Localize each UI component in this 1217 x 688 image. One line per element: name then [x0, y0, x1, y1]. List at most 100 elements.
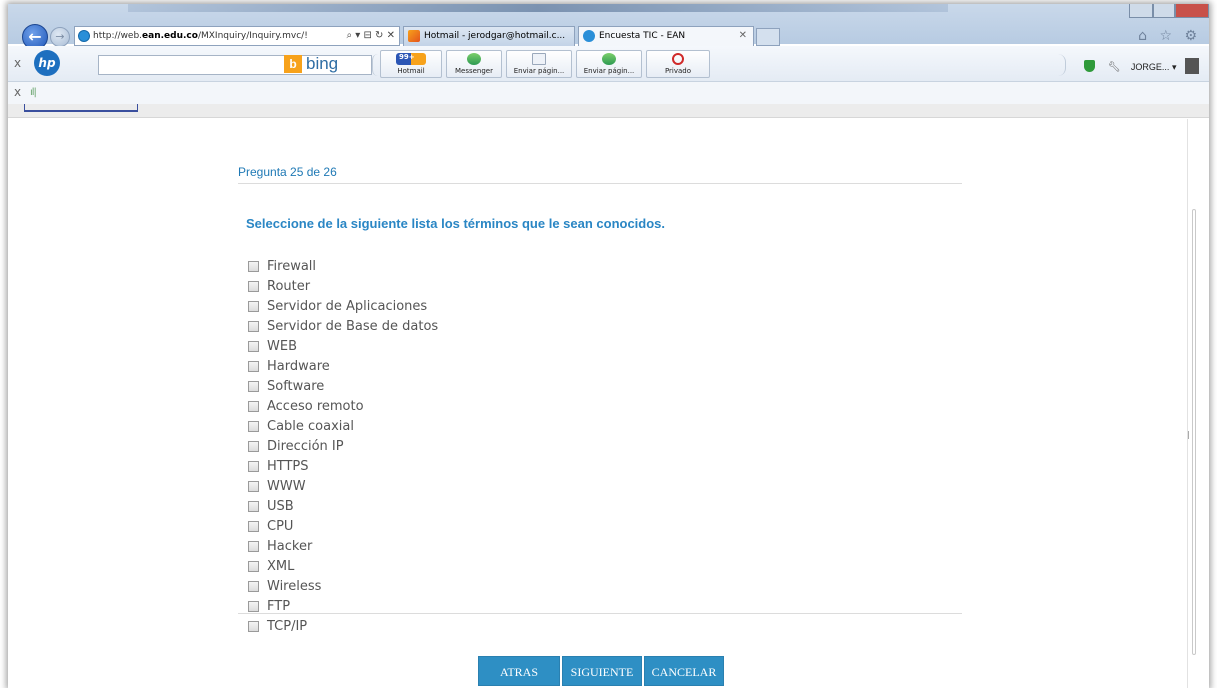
messenger-button[interactable]: Messenger [446, 50, 502, 78]
send-page-button[interactable]: Enviar págin... [506, 50, 572, 78]
secondary-toolbar: x ıl| [8, 82, 1209, 104]
option-checkbox[interactable] [248, 300, 259, 312]
chevron-down-icon[interactable]: ▾ [1172, 62, 1177, 72]
tab-label: Hotmail - jerodgar@hotmail.c... [424, 31, 566, 41]
option-checkbox[interactable] [248, 420, 259, 432]
question-progress: Pregunta 25 de 26 [238, 165, 337, 179]
shield-icon[interactable] [1084, 60, 1096, 72]
ie-page-icon [78, 30, 90, 42]
option-checkbox[interactable] [248, 460, 259, 472]
survey-page: Pregunta 25 de 26 Seleccione de la sigui… [8, 119, 1186, 688]
option-label: USB [267, 498, 294, 514]
option-item[interactable]: TCP/IP [248, 616, 438, 636]
button-label: Hotmail [397, 67, 425, 75]
option-item[interactable]: Acceso remoto [248, 396, 438, 416]
option-label: Servidor de Aplicaciones [267, 298, 428, 314]
bing-search-button[interactable]: b bing [284, 54, 338, 74]
close-window-button[interactable] [1175, 4, 1209, 18]
option-checkbox[interactable] [248, 540, 259, 552]
option-label: Wireless [267, 578, 322, 594]
toolbar-divider [1058, 54, 1066, 76]
option-item[interactable]: Servidor de Base de datos [248, 316, 438, 336]
user-avatar[interactable] [1185, 58, 1199, 74]
hp-logo: hp [34, 50, 60, 76]
option-label: WWW [267, 478, 306, 494]
user-menu[interactable]: JORGE... [1131, 62, 1170, 72]
option-item[interactable]: Hacker [248, 536, 438, 556]
option-item[interactable]: Hardware [248, 356, 438, 376]
next-button[interactable]: SIGUIENTE [562, 656, 642, 686]
hotmail-badge: 99+ [399, 53, 415, 61]
close-toolbar-icon[interactable]: x [14, 85, 21, 99]
option-item[interactable]: Software [248, 376, 438, 396]
option-checkbox[interactable] [248, 360, 259, 372]
option-label: CPU [267, 518, 294, 534]
option-checkbox[interactable] [248, 580, 259, 592]
option-checkbox[interactable] [248, 500, 259, 512]
forward-arrow-icon[interactable]: → [50, 27, 70, 47]
option-item[interactable]: Firewall [248, 256, 438, 276]
button-label: Enviar págin... [513, 67, 565, 75]
option-checkbox[interactable] [248, 440, 259, 452]
option-checkbox[interactable] [248, 320, 259, 332]
home-favorites-tools-icons[interactable]: ⌂ ☆ ⚙ [1138, 28, 1201, 44]
send-page-messenger-button[interactable]: Enviar págin... [576, 50, 642, 78]
private-button[interactable]: Privado [646, 50, 710, 78]
option-checkbox[interactable] [248, 400, 259, 412]
option-label: Acceso remoto [267, 398, 364, 414]
option-item[interactable]: Servidor de Aplicaciones [248, 296, 438, 316]
tab-encuesta[interactable]: Encuesta TIC - EAN ✕ [578, 26, 754, 46]
option-item[interactable]: Dirección IP [248, 436, 438, 456]
divider [238, 183, 962, 184]
toolbar-user-area: 🔧︎ JORGE... ▾ [1084, 58, 1199, 74]
cancel-button[interactable]: CANCELAR [644, 656, 724, 686]
option-checkbox[interactable] [248, 600, 259, 612]
option-item[interactable]: XML [248, 556, 438, 576]
option-item[interactable]: HTTPS [248, 456, 438, 476]
option-item[interactable]: WEB [248, 336, 438, 356]
button-label: Messenger [454, 67, 493, 75]
hotmail-button[interactable]: 99+ Hotmail [380, 50, 442, 78]
option-item[interactable]: Cable coaxial [248, 416, 438, 436]
button-label: Enviar págin... [583, 67, 635, 75]
option-label: Hardware [267, 358, 330, 374]
option-checkbox[interactable] [248, 620, 259, 632]
minimize-button[interactable] [1129, 4, 1153, 18]
option-label: TCP/IP [267, 618, 308, 634]
option-item[interactable]: Router [248, 276, 438, 296]
option-item[interactable]: Wireless [248, 576, 438, 596]
option-label: Hacker [267, 538, 313, 554]
option-checkbox[interactable] [248, 380, 259, 392]
bing-icon: b [284, 55, 302, 73]
toolbar-divider [372, 54, 378, 76]
option-item[interactable]: USB [248, 496, 438, 516]
option-label: Router [267, 278, 311, 294]
option-label: FTP [267, 598, 291, 614]
title-bar-blur [128, 4, 948, 12]
close-toolbar-icon[interactable]: x [14, 56, 21, 70]
option-checkbox[interactable] [248, 520, 259, 532]
address-tools-icons[interactable]: ⌕ ▾ ⊟ ↻ ✕ [347, 27, 395, 45]
address-bar[interactable]: http://web.ean.edu.co/MXInquiry/Inquiry.… [74, 26, 400, 46]
option-label: WEB [267, 338, 297, 354]
option-checkbox[interactable] [248, 280, 259, 292]
option-checkbox[interactable] [248, 560, 259, 572]
no-entry-icon [672, 53, 684, 65]
screenshot-frame: ← → http://web.ean.edu.co/MXInquiry/Inqu… [8, 4, 1209, 688]
window-controls [1129, 4, 1209, 20]
option-item[interactable]: CPU [248, 516, 438, 536]
option-checkbox[interactable] [248, 340, 259, 352]
option-checkbox[interactable] [248, 260, 259, 272]
new-tab-button[interactable] [756, 28, 780, 46]
divider [238, 613, 962, 614]
option-checkbox[interactable] [248, 480, 259, 492]
messenger-icon [602, 53, 616, 65]
back-button[interactable]: ATRAS [478, 656, 560, 686]
maximize-button[interactable] [1153, 4, 1175, 18]
scrollbar-thumb[interactable] [1192, 209, 1196, 655]
close-tab-icon[interactable]: ✕ [739, 27, 747, 45]
option-item[interactable]: WWW [248, 476, 438, 496]
wrench-icon[interactable]: 🔧︎ [1108, 62, 1121, 73]
tab-hotmail[interactable]: Hotmail - jerodgar@hotmail.c... [403, 26, 575, 46]
vertical-scrollbar[interactable] [1187, 119, 1209, 688]
